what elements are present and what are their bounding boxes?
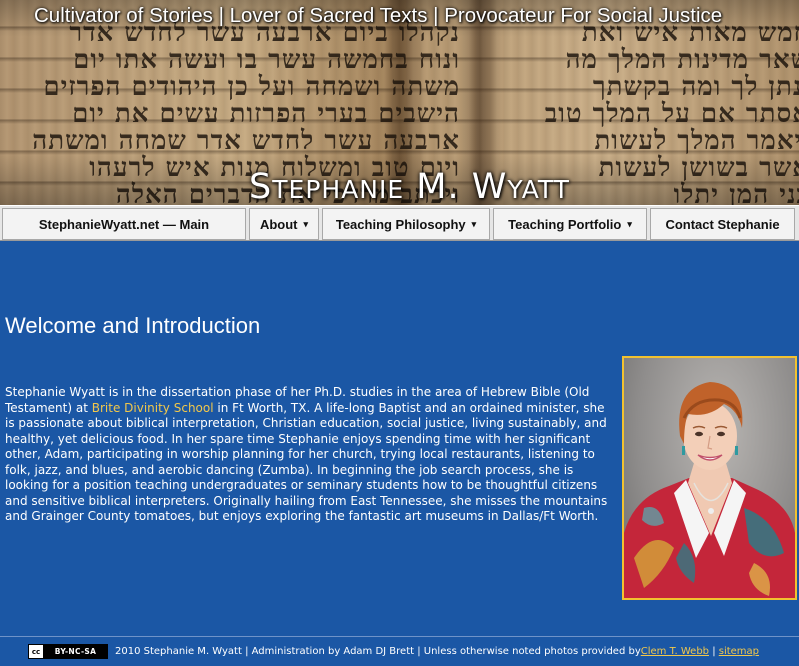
portrait-photo [622, 356, 797, 600]
footer-separator: | [709, 646, 719, 657]
nav-item-label: Teaching Portfolio [508, 216, 622, 232]
nav-item-label: Teaching Philosophy [335, 216, 466, 232]
main-navigation: StephanieWyatt.net — Main About ▾ Teachi… [0, 205, 799, 241]
intro-text-rest: in Ft Worth, TX. A life-long Baptist and… [5, 400, 608, 524]
nav-item-main[interactable]: StephanieWyatt.net — Main [2, 208, 246, 240]
portrait-illustration [624, 382, 795, 598]
brite-divinity-school-link[interactable]: Brite Divinity School [92, 401, 214, 415]
dropdown-caret-icon: ▾ [303, 218, 309, 229]
photo-credit-link[interactable]: Clem T. Webb [641, 646, 709, 657]
nav-item-label: Contact Stephanie [665, 216, 780, 232]
nav-item-teaching-portfolio[interactable]: Teaching Portfolio ▾ [493, 208, 647, 240]
page-heading: Welcome and Introduction [5, 313, 261, 338]
nav-item-label: About [259, 216, 298, 232]
license-type-label: BY-NC-SA [44, 645, 107, 658]
nav-item-label: StephanieWyatt.net — Main [38, 216, 210, 232]
creative-commons-icon: cc [29, 645, 44, 658]
site-footer: cc BY-NC-SA 2010 Stephanie M. Wyatt | Ad… [0, 636, 799, 666]
nav-item-contact[interactable]: Contact Stephanie [650, 208, 795, 240]
nav-item-about[interactable]: About ▾ [249, 208, 319, 240]
site-tagline: Cultivator of Stories | Lover of Sacred … [34, 4, 723, 27]
dropdown-caret-icon: ▾ [471, 218, 477, 229]
header-banner: נקהלו ביום ארבעה עשר לחדש אדר ונוח בחמשה… [0, 0, 799, 205]
sitemap-link[interactable]: sitemap [719, 646, 759, 657]
dropdown-caret-icon: ▾ [627, 218, 632, 229]
creative-commons-license-badge[interactable]: cc BY-NC-SA [28, 644, 108, 659]
site-title[interactable]: Stephanie M. Wyatt [0, 167, 799, 205]
nav-item-teaching-philosophy[interactable]: Teaching Philosophy ▾ [322, 208, 490, 240]
intro-paragraph: Stephanie Wyatt is in the dissertation p… [5, 385, 613, 525]
footer-copyright-text: 2010 Stephanie M. Wyatt | Administration… [115, 646, 641, 657]
